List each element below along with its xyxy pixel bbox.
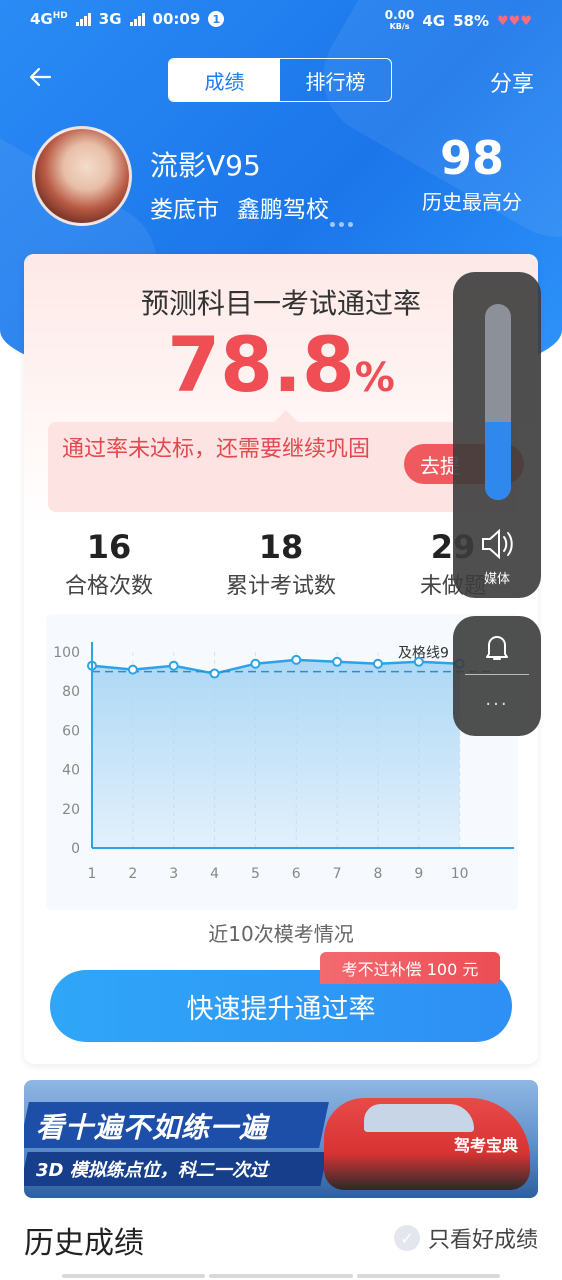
- pass-rate-value: 78.8: [167, 320, 355, 409]
- x-tick-label: 1: [88, 866, 97, 882]
- x-tick-label: 3: [169, 866, 178, 882]
- clock: 00:09: [152, 10, 201, 28]
- status-bar: 4GHD 3G 00:09 1 0.00 KB/s 4G 58% ♥♥♥: [0, 0, 562, 42]
- warning-box: 通过率未达标，还需要继续巩固 去提: [48, 410, 524, 512]
- score-area: [92, 659, 460, 848]
- y-tick-label: 20: [62, 802, 80, 818]
- battery-percent: 58%: [453, 12, 490, 30]
- back-arrow-icon[interactable]: [28, 64, 58, 94]
- net-speed: 0.00 KB/s: [384, 8, 415, 31]
- more-icon[interactable]: ···: [453, 694, 541, 715]
- bell-icon[interactable]: [483, 632, 511, 662]
- volume-panel: 媒体: [453, 272, 541, 598]
- compensation-tag: 考不过补偿 100 元: [320, 952, 500, 984]
- score-chart: 及格线9 0 20 40 60 80 100 1 2 3 4 5 6 7 8 9 10: [46, 614, 518, 910]
- signal-icon: [75, 12, 91, 26]
- y-tick-label: 0: [71, 841, 80, 857]
- pass-rate-unit: %: [354, 355, 395, 401]
- x-tick-label: 2: [128, 866, 137, 882]
- network-label: 4GHD: [30, 10, 68, 28]
- tab-ranking[interactable]: 排行榜: [280, 59, 391, 101]
- divider: [465, 674, 529, 675]
- media-label: 媒体: [483, 572, 510, 587]
- best-score-value: 98: [439, 131, 504, 185]
- x-tick-label: 4: [210, 866, 219, 882]
- banner-subline: 3D 模拟练点位，科二一次过: [36, 1160, 268, 1181]
- avatar[interactable]: [32, 126, 132, 226]
- stat-value: 18: [258, 528, 304, 566]
- chart-caption: 近10次模考情况: [208, 922, 354, 946]
- filter-label: 只看好成绩: [427, 1228, 538, 1253]
- page-indicator: [330, 222, 353, 227]
- data-point: [413, 656, 424, 667]
- y-tick-label: 80: [62, 684, 80, 700]
- network-3g-label: 3G: [98, 10, 122, 28]
- data-point: [291, 654, 302, 665]
- data-point: [332, 656, 343, 667]
- car-text: 驾考宝典: [454, 1136, 519, 1155]
- history-title: 历史成绩: [24, 1226, 144, 1261]
- data-point: [168, 660, 179, 671]
- best-score-label: 历史最高分: [422, 190, 522, 214]
- stat-label: 累计考试数: [225, 574, 336, 599]
- x-tick-label: 5: [251, 866, 260, 882]
- stat-pass-count[interactable]: 16 合格次数: [24, 528, 194, 600]
- volume-slider[interactable]: [485, 304, 511, 500]
- volume-level: [485, 421, 511, 500]
- network-right-label: 4G: [422, 12, 446, 30]
- x-tick-label: 9: [414, 866, 423, 882]
- y-tick-label: 100: [53, 645, 80, 661]
- x-tick-label: 7: [333, 866, 342, 882]
- user-city: 娄底市: [150, 197, 219, 223]
- score-chart-svg: 及格线9 0 20 40 60 80 100 1 2 3 4 5 6 7 8 9 10: [53, 642, 514, 882]
- notification-badge: 1: [208, 11, 225, 27]
- y-tick-label: 60: [62, 723, 80, 739]
- tab-score[interactable]: 成绩: [169, 59, 280, 101]
- x-tick-label: 10: [451, 866, 469, 882]
- x-tick-label: 8: [373, 866, 382, 882]
- stat-value: 16: [86, 528, 132, 566]
- stat-label: 合格次数: [64, 574, 153, 599]
- data-point: [209, 668, 220, 679]
- banner-headline: 看十遍不如练一遍: [36, 1111, 269, 1144]
- share-button[interactable]: 分享: [490, 66, 534, 98]
- user-location: 娄底市 鑫鹏驾校: [150, 190, 329, 224]
- signal-icon: [129, 12, 145, 26]
- user-school: 鑫鹏驾校: [237, 197, 329, 223]
- warning-text: 通过率未达标，还需要继续巩固: [62, 437, 371, 462]
- speaker-icon[interactable]: [477, 524, 517, 564]
- data-point: [127, 664, 138, 675]
- x-tick-label: 6: [292, 866, 301, 882]
- good-scores-filter[interactable]: ✓ 只看好成绩: [393, 1222, 538, 1254]
- y-tick-label: 40: [62, 763, 80, 779]
- segment-control: 成绩 排行榜: [168, 58, 392, 102]
- best-score: 98 历史最高分: [412, 132, 532, 215]
- stat-total-exams[interactable]: 18 累计考试数: [196, 528, 366, 600]
- history-list-top: [62, 1274, 500, 1278]
- car-window: [364, 1104, 474, 1132]
- check-icon[interactable]: ✓: [393, 1225, 420, 1251]
- data-point: [250, 658, 261, 669]
- data-point: [372, 658, 383, 669]
- pass-threshold-label: 及格线9: [398, 646, 449, 662]
- battery-icon: ♥♥♥: [497, 13, 532, 29]
- top-navigation: 成绩 排行榜 分享: [0, 56, 562, 106]
- user-name: 流影V95: [150, 149, 261, 182]
- ad-banner[interactable]: 看十遍不如练一遍 3D 模拟练点位，科二一次过 驾考宝典: [24, 1080, 538, 1198]
- profile-section: 流影V95 娄底市 鑫鹏驾校 98 历史最高分: [32, 126, 532, 226]
- ring-panel: ···: [453, 616, 541, 736]
